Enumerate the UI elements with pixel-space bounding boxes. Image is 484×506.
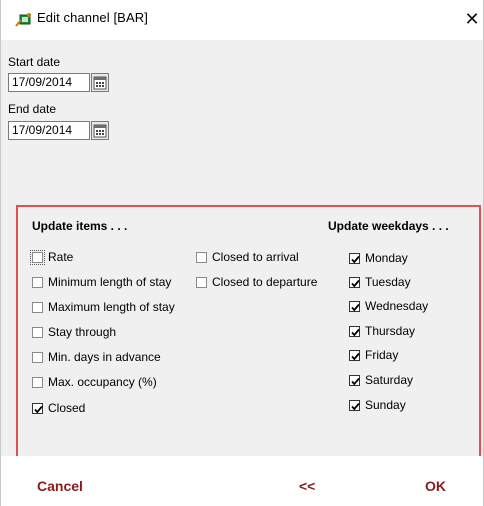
checkbox-max-occupancy[interactable]: Max. occupancy (%) [32, 374, 157, 390]
checkbox-minimum-length-of-stay[interactable]: Minimum length of stay [32, 274, 171, 290]
checkbox-label: Minimum length of stay [48, 275, 172, 289]
checkbox-thursday[interactable]: Thursday [349, 323, 415, 339]
checkbox-box[interactable] [32, 276, 43, 288]
checkbox-box[interactable] [32, 301, 43, 313]
checkbox-box[interactable] [32, 376, 43, 388]
checkbox-box[interactable] [349, 276, 360, 288]
checkbox-closed-to-arrival[interactable]: Closed to arrival [196, 249, 299, 265]
checkbox-box[interactable] [349, 300, 360, 312]
checkmark-icon [351, 328, 360, 336]
update-weekdays-title: Update weekdays . . . [328, 219, 449, 233]
checkbox-box[interactable] [349, 374, 360, 386]
start-date-calendar-button[interactable] [91, 73, 109, 92]
checkbox-box[interactable] [349, 252, 360, 264]
checkbox-maximum-length-of-stay[interactable]: Maximum length of stay [32, 299, 175, 315]
checkbox-friday[interactable]: Friday [349, 347, 398, 363]
checkbox-wednesday[interactable]: Wednesday [349, 298, 428, 314]
checkbox-box[interactable] [349, 349, 360, 361]
checkbox-sunday[interactable]: Sunday [349, 397, 406, 413]
end-date-calendar-button[interactable] [91, 121, 109, 140]
checkbox-box[interactable] [349, 325, 360, 337]
checkmark-icon [351, 402, 360, 410]
checkbox-min-days-in-advance[interactable]: Min. days in advance [32, 349, 161, 365]
checkbox-label: Sunday [365, 398, 406, 412]
checkbox-box[interactable] [32, 326, 43, 338]
checkbox-label: Min. days in advance [48, 350, 161, 364]
checkbox-label: Saturday [365, 373, 414, 387]
edit-channel-dialog: Edit channel [BAR] ✕ Start date 17/09/20… [0, 0, 484, 506]
checkbox-label: Stay through [48, 325, 117, 339]
checkbox-label: Closed to departure [212, 275, 318, 289]
start-date-label: Start date [8, 55, 61, 69]
checkbox-box[interactable] [32, 351, 43, 363]
checkbox-box[interactable] [349, 399, 360, 411]
checkmark-icon [351, 352, 360, 360]
checkbox-label: Maximum length of stay [48, 300, 175, 314]
checkbox-box[interactable] [32, 402, 43, 414]
checkbox-box[interactable] [196, 276, 207, 288]
cancel-button[interactable]: Cancel [37, 478, 83, 494]
checkbox-label: Tuesday [365, 275, 411, 289]
checkmark-icon [351, 255, 360, 263]
checkbox-monday[interactable]: Monday [349, 250, 408, 266]
checkbox-label: Thursday [365, 324, 416, 338]
checkbox-closed[interactable]: Closed [32, 400, 85, 416]
back-button[interactable]: << [299, 478, 315, 494]
checkbox-closed-to-departure[interactable]: Closed to departure [196, 274, 317, 290]
checkbox-label: Monday [365, 251, 408, 265]
close-icon[interactable]: ✕ [461, 8, 483, 30]
checkbox-label: Friday [365, 348, 399, 362]
checkbox-rate[interactable]: Rate [30, 249, 74, 265]
end-date-input[interactable]: 17/09/2014 [8, 121, 90, 140]
update-panel: Update items . . . Update weekdays . . .… [16, 205, 481, 460]
checkbox-label: Closed [48, 401, 86, 415]
dialog-footer: Cancel << OK [1, 456, 483, 506]
checkbox-box[interactable] [30, 249, 45, 265]
update-items-title: Update items . . . [32, 219, 128, 233]
start-date-input[interactable]: 17/09/2014 [8, 73, 90, 92]
checkbox-label: Closed to arrival [212, 250, 299, 264]
checkmark-icon [351, 279, 360, 287]
checkbox-stay-through[interactable]: Stay through [32, 324, 116, 340]
checkbox-box[interactable] [196, 251, 207, 263]
checkbox-label: Wednesday [365, 299, 429, 313]
window-title: Edit channel [BAR] [37, 10, 148, 25]
app-icon [15, 12, 33, 28]
checkmark-icon [34, 405, 43, 413]
end-date-label: End date [8, 102, 57, 116]
checkbox-label: Rate [48, 250, 74, 264]
checkbox-tuesday[interactable]: Tuesday [349, 274, 411, 290]
checkmark-icon [351, 377, 360, 385]
checkbox-label: Max. occupancy (%) [48, 375, 157, 389]
checkbox-saturday[interactable]: Saturday [349, 372, 413, 388]
ok-button[interactable]: OK [425, 478, 446, 494]
title-bar: Edit channel [BAR] ✕ [1, 0, 483, 40]
checkmark-icon [351, 303, 360, 311]
dialog-content: Start date 17/09/2014 End date 17/09/201… [1, 40, 483, 460]
